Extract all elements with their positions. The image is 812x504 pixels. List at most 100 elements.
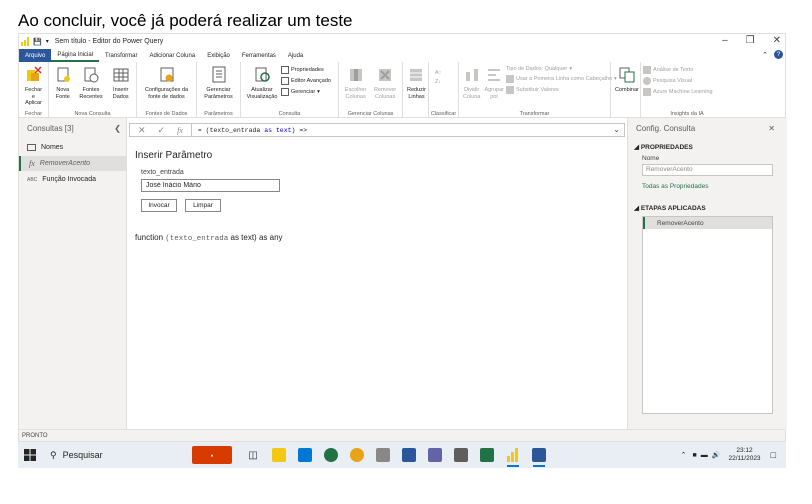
outlook-icon[interactable]: [292, 442, 318, 468]
tab-ferramentas[interactable]: Ferramentas: [236, 49, 282, 62]
query-name-input[interactable]: RemoverAcento: [642, 164, 773, 176]
close-apply-button[interactable]: Fechar e Aplicar: [21, 64, 46, 118]
remove-columns-button[interactable]: Remover Colunas: [370, 64, 400, 118]
query-item-funcao-invocada[interactable]: ABC Função Invocada: [19, 173, 126, 186]
title-bar: 💾 ▾ Sem título - Editor do Power Query –…: [19, 34, 785, 49]
battery-icon[interactable]: ▬: [701, 452, 708, 459]
task-view-icon[interactable]: ◫: [240, 442, 266, 468]
chrome-icon[interactable]: [344, 442, 370, 468]
combine-icon: [619, 66, 635, 84]
status-bar: PRONTO: [19, 429, 785, 441]
recent-sources-button[interactable]: Fontes Recentes: [75, 64, 108, 118]
quick-access-dropdown-icon[interactable]: ▾: [46, 38, 49, 45]
close-icon[interactable]: ✕: [773, 35, 781, 46]
notifications-icon[interactable]: □: [771, 450, 776, 460]
taskbar-red-app[interactable]: ●: [192, 446, 232, 464]
windows-start-icon[interactable]: [18, 442, 42, 468]
save-icon[interactable]: 💾: [33, 38, 42, 46]
query-item-removeracento[interactable]: fx RemoverAcento: [19, 156, 126, 171]
replace-values-button[interactable]: Substituir Valores: [506, 86, 617, 94]
reduce-rows-icon: [408, 66, 424, 84]
azure-ml-button[interactable]: Azure Machine Learning: [643, 88, 713, 96]
calculator-icon[interactable]: [448, 442, 474, 468]
choose-columns-icon: [348, 66, 364, 84]
choose-columns-button[interactable]: Escolher Colunas: [341, 64, 370, 118]
restore-icon[interactable]: ❐: [746, 35, 755, 46]
taskbar-search[interactable]: ⚲ Pesquisar: [42, 442, 182, 468]
fx-icon[interactable]: fx: [177, 126, 183, 135]
system-tray: ⌃ ■ ▬ 🔊 23:12 22/11/2023 □: [681, 442, 786, 468]
clear-button[interactable]: Limpar: [185, 199, 221, 212]
tab-adicionar-coluna[interactable]: Adicionar Coluna: [144, 49, 202, 62]
minimize-icon[interactable]: –: [722, 35, 728, 46]
reduce-rows-button[interactable]: Reduzir Linhas: [405, 64, 428, 118]
group-by-button[interactable]: Agrupar por: [482, 64, 506, 118]
network-icon[interactable]: ■: [693, 452, 697, 459]
taskbar-clock[interactable]: 23:12 22/11/2023: [729, 447, 761, 464]
text-analytics-icon: [643, 66, 651, 74]
applied-step-item[interactable]: RemoverAcento: [643, 217, 772, 229]
recent-sources-icon: [83, 66, 99, 84]
eye-icon: [643, 77, 651, 85]
collapse-ribbon-icon[interactable]: ⌃: [762, 51, 768, 59]
param-input[interactable]: [141, 179, 280, 192]
cancel-formula-icon[interactable]: ✕: [138, 125, 146, 136]
properties-button[interactable]: Propriedades: [281, 66, 331, 74]
refresh-preview-button[interactable]: Atualizar Visualização: [243, 64, 281, 118]
all-properties-link[interactable]: Todas as Propriedades: [628, 183, 787, 190]
powerbi-taskbar-icon[interactable]: [500, 442, 526, 468]
excel-icon[interactable]: [474, 442, 500, 468]
properties-icon: [281, 66, 289, 74]
show-hidden-icons-icon[interactable]: ⌃: [681, 451, 687, 459]
app-icon-2[interactable]: [396, 442, 422, 468]
close-pane-icon[interactable]: ✕: [768, 124, 775, 133]
first-row-header-icon: [506, 75, 515, 83]
manage-icon: [281, 88, 289, 96]
table-icon: [113, 66, 129, 84]
query-item-nomes[interactable]: Nomes: [19, 141, 126, 154]
new-source-button[interactable]: Nova Fonte: [51, 64, 75, 118]
tab-arquivo[interactable]: Arquivo: [19, 49, 52, 62]
query-settings-pane: Config. Consulta ✕ ◢ PROPRIEDADES Nome R…: [627, 118, 787, 430]
browser-icon[interactable]: [318, 442, 344, 468]
enter-data-button[interactable]: Inserir Dados: [107, 64, 134, 118]
caption-text: Ao concluir, você já poderá realizar um …: [18, 11, 353, 30]
text-analytics-button[interactable]: Análise de Texto: [643, 66, 713, 74]
vision-button[interactable]: Pesquisa Visual: [643, 77, 713, 85]
combine-button[interactable]: Combinar: [613, 64, 641, 118]
teams-icon[interactable]: [422, 442, 448, 468]
file-explorer-icon[interactable]: [266, 442, 292, 468]
applied-steps-header: ◢ ETAPAS APLICADAS: [634, 205, 706, 212]
queries-pane: Consultas [3] ❮ Nomes fx RemoverAcento A…: [19, 118, 127, 430]
group-manage-columns: Escolher Colunas Remover Colunas Gerenci…: [339, 62, 403, 118]
word-icon[interactable]: [526, 442, 552, 468]
invoke-button[interactable]: Invocar: [141, 199, 177, 212]
expand-formula-icon[interactable]: ⌄: [613, 125, 620, 134]
first-row-header-button[interactable]: Usar a Primeira Linha como Cabeçalho ▾: [506, 75, 617, 83]
sort-descending-icon[interactable]: Z↓: [435, 79, 441, 85]
datasource-settings-button[interactable]: Configurações da fonte de dados: [139, 64, 194, 118]
advanced-editor-button[interactable]: Editor Avançado: [281, 77, 331, 85]
help-icon[interactable]: ?: [774, 50, 783, 59]
remove-columns-icon: [377, 66, 393, 84]
window-title: Sem título - Editor do Power Query: [54, 38, 164, 45]
param-label: texto_entrada: [141, 169, 184, 176]
manage-button[interactable]: Gerenciar ▾: [281, 88, 331, 96]
tab-pagina-inicial[interactable]: Página Inicial: [51, 49, 100, 62]
group-ai-insights: Análise de Texto Pesquisa Visual Azure M…: [641, 62, 733, 118]
data-type-dropdown[interactable]: Tipo de Dados: Qualquer ▾: [506, 66, 617, 72]
tab-exibicao[interactable]: Exibição: [201, 49, 236, 62]
collapse-pane-icon[interactable]: ❮: [114, 124, 121, 133]
app-icon-1[interactable]: [370, 442, 396, 468]
formula-text[interactable]: = (texto_entrada as text) =>: [192, 127, 307, 134]
sort-ascending-icon[interactable]: A↑: [435, 70, 441, 76]
volume-icon[interactable]: 🔊: [712, 451, 721, 459]
tab-transformar[interactable]: Transformar: [99, 49, 143, 62]
tab-ajuda[interactable]: Ajuda: [282, 49, 309, 62]
name-label: Nome: [642, 155, 660, 162]
split-column-button[interactable]: Dividir Coluna: [461, 64, 482, 118]
confirm-formula-icon[interactable]: ✓: [158, 125, 166, 136]
formula-bar[interactable]: ✕ ✓ fx = (texto_entrada as text) => ⌄: [129, 123, 625, 137]
manage-parameters-button[interactable]: Gerenciar Parâmetros: [199, 64, 238, 118]
group-close: Fechar e Aplicar Fechar: [19, 62, 49, 118]
